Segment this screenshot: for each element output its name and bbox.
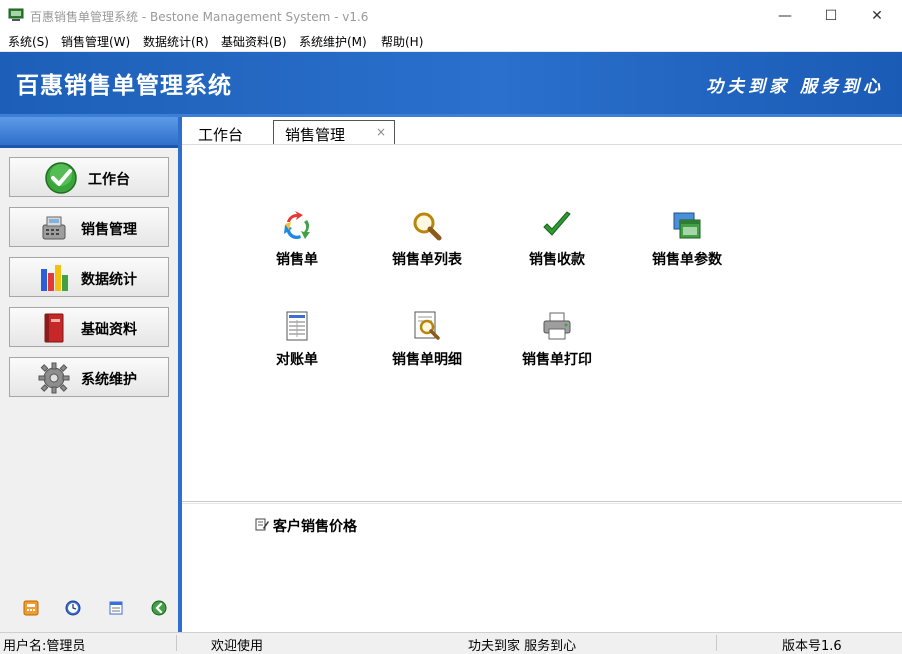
sidebar-item-label: 系统维护 [81, 372, 137, 388]
title-bar: 百惠销售单管理系统 - Bestone Management System - … [0, 0, 902, 31]
status-divider [176, 635, 177, 651]
window-title: 百惠销售单管理系统 - Bestone Management System - … [30, 10, 369, 24]
function-label: 销售单明细 [392, 352, 462, 368]
banner-slogan: 功夫到家 服务到心 [706, 77, 884, 97]
menu-basic-data[interactable]: 基础资料(B) [221, 33, 287, 50]
statement-sheet-icon [286, 311, 308, 341]
function-label: 销售收款 [529, 252, 585, 268]
back-icon[interactable] [151, 600, 167, 616]
windows-stack-icon [673, 212, 701, 239]
close-button[interactable]: ✕ [854, 0, 900, 31]
tab-strip-line [182, 144, 902, 145]
menu-maintenance[interactable]: 系统维护(M) [299, 33, 367, 50]
sidebar-item-sales[interactable]: 销售管理 [9, 207, 169, 247]
pane-divider[interactable] [182, 501, 902, 502]
function-label: 销售单参数 [652, 252, 722, 268]
book-icon [44, 313, 64, 343]
sidebar-item-label: 销售管理 [81, 222, 137, 238]
sidebar-item-label: 数据统计 [81, 272, 137, 288]
calculator-icon[interactable] [23, 600, 39, 616]
function-sales-order-detail[interactable]: 销售单明细 [367, 310, 487, 370]
function-label: 对账单 [276, 352, 318, 368]
status-welcome: 欢迎使用 [211, 639, 264, 654]
pane-divider-shadow [182, 503, 902, 504]
check-circle-icon [45, 162, 77, 194]
system-title: 百惠销售单管理系统 [16, 73, 232, 99]
minimize-button[interactable]: — [762, 0, 808, 31]
sidebar-item-basic-data[interactable]: 基础资料 [9, 307, 169, 347]
checkmark-icon [543, 211, 571, 236]
printer-icon [543, 312, 571, 340]
function-statement[interactable]: 对账单 [237, 310, 357, 370]
sidebar: 工作台 销售管理 数据统计 基础资料 系统维护 [0, 117, 178, 632]
function-label: 销售单 [276, 252, 318, 268]
function-sales-receipt[interactable]: 销售收款 [497, 210, 617, 270]
magnifier-icon [413, 212, 442, 241]
gear-icon [38, 362, 70, 394]
bar-chart-icon [41, 265, 68, 291]
menu-bar: 系统(S) 销售管理(W) 数据统计(R) 基础资料(B) 系统维护(M) 帮助… [0, 31, 902, 52]
minimize-icon: — [778, 7, 792, 24]
function-label: 销售单列表 [392, 252, 462, 268]
sidebar-item-label: 工作台 [88, 172, 130, 188]
menu-sales[interactable]: 销售管理(W) [61, 33, 130, 50]
header-banner: 百惠销售单管理系统 功夫到家 服务到心 [0, 52, 902, 114]
sidebar-item-workbench[interactable]: 工作台 [9, 157, 169, 197]
cash-register-icon [42, 216, 66, 240]
recycle-arrows-icon [284, 211, 310, 240]
edit-note-icon [255, 518, 269, 531]
sidebar-header-line [0, 145, 178, 148]
function-sales-order-params[interactable]: 销售单参数 [627, 210, 747, 270]
status-divider [716, 635, 717, 651]
customer-price-label: 客户销售价格 [273, 519, 357, 535]
sidebar-item-stats[interactable]: 数据统计 [9, 257, 169, 297]
document-magnifier-icon [414, 311, 440, 340]
status-user: 用户名:管理员 [3, 639, 86, 654]
notepad-icon[interactable] [108, 600, 124, 616]
main-content: 工作台 销售管理 × 销售单 销售单列表 销售收款 销售单参数 对账单 销售单明… [182, 117, 902, 632]
menu-system[interactable]: 系统(S) [8, 33, 49, 50]
clock-icon[interactable] [65, 600, 81, 616]
menu-help[interactable]: 帮助(H) [381, 33, 423, 50]
sidebar-item-label: 基础资料 [81, 322, 137, 338]
function-label: 销售单打印 [522, 352, 592, 368]
menu-stats[interactable]: 数据统计(R) [143, 33, 209, 50]
function-sales-order-list[interactable]: 销售单列表 [367, 210, 487, 270]
function-sales-order[interactable]: 销售单 [237, 210, 357, 270]
function-sales-order-print[interactable]: 销售单打印 [497, 310, 617, 370]
tab-sales-label: 销售管理 [285, 126, 346, 144]
app-icon [8, 8, 24, 21]
sidebar-item-maintenance[interactable]: 系统维护 [9, 357, 169, 397]
sidebar-toolbar [0, 600, 178, 620]
maximize-icon: ☐ [824, 7, 838, 24]
status-slogan: 功夫到家 服务到心 [468, 639, 577, 654]
tab-sales[interactable]: 销售管理 × [273, 120, 395, 144]
maximize-button[interactable]: ☐ [808, 0, 854, 31]
close-icon[interactable]: × [376, 125, 386, 139]
sidebar-header [0, 117, 178, 145]
close-icon: ✕ [871, 7, 883, 24]
status-version: 版本号1.6 [782, 639, 842, 654]
status-bar: 用户名:管理员 欢迎使用 功夫到家 服务到心 版本号1.6 [0, 632, 902, 654]
